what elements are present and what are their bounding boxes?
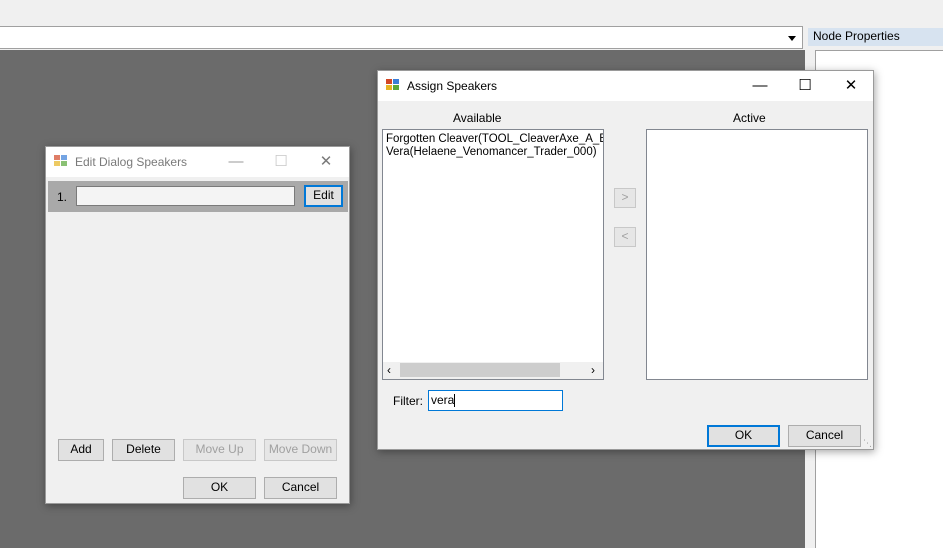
- edit-dialog-title: Edit Dialog Speakers: [75, 155, 188, 169]
- speaker-field[interactable]: [76, 186, 295, 206]
- list-item[interactable]: Vera(Helaene_Venomancer_Trader_000): [383, 146, 603, 159]
- assign-speakers-titlebar[interactable]: Assign Speakers — ☐ ✕: [378, 71, 873, 101]
- close-icon[interactable]: ✕: [304, 147, 348, 177]
- active-header: Active: [733, 111, 766, 125]
- ok-button[interactable]: OK: [707, 425, 780, 447]
- horizontal-scrollbar[interactable]: ‹ ›: [383, 362, 603, 379]
- close-icon[interactable]: ✕: [829, 71, 873, 101]
- scroll-right-icon[interactable]: ›: [591, 362, 595, 378]
- scrollbar-thumb[interactable]: [400, 363, 560, 377]
- edit-dialog-speakers-window: Edit Dialog Speakers — ☐ ✕ 1. Edit Add D…: [45, 146, 350, 504]
- app-icon: [386, 79, 400, 92]
- ok-button[interactable]: OK: [183, 477, 256, 499]
- move-up-button: Move Up: [183, 439, 256, 461]
- delete-button[interactable]: Delete: [112, 439, 175, 461]
- move-down-button: Move Down: [264, 439, 337, 461]
- minimize-icon[interactable]: —: [214, 147, 258, 177]
- filter-input-value: vera: [431, 393, 455, 407]
- minimize-icon[interactable]: —: [738, 71, 782, 101]
- add-button[interactable]: Add: [58, 439, 104, 461]
- edit-dialog-titlebar[interactable]: Edit Dialog Speakers — ☐ ✕: [46, 147, 349, 177]
- filter-label: Filter:: [393, 394, 423, 408]
- list-item[interactable]: Forgotten Cleaver(TOOL_CleaverAxe_A_B_00: [383, 133, 603, 146]
- maximize-icon: ☐: [274, 153, 288, 170]
- scroll-left-icon[interactable]: ‹: [387, 362, 391, 378]
- node-selector-dropdown[interactable]: [0, 26, 803, 49]
- maximize-icon[interactable]: ☐: [783, 71, 827, 101]
- cancel-button[interactable]: Cancel: [264, 477, 337, 499]
- assign-speakers-window: Assign Speakers — ☐ ✕ Available Active F…: [377, 70, 874, 450]
- resize-grip-icon[interactable]: ⋱: [863, 439, 872, 448]
- chevron-down-icon[interactable]: [788, 36, 796, 41]
- speaker-row-number: 1.: [57, 190, 68, 204]
- move-right-button[interactable]: >: [614, 188, 636, 208]
- top-toolbar: [0, 0, 806, 26]
- text-caret: [454, 394, 456, 408]
- available-header: Available: [453, 111, 502, 125]
- assign-speakers-title: Assign Speakers: [407, 79, 498, 93]
- cancel-button[interactable]: Cancel: [788, 425, 861, 447]
- filter-input[interactable]: vera: [428, 390, 563, 411]
- app-icon: [54, 155, 68, 168]
- edit-speaker-button[interactable]: Edit: [304, 185, 343, 207]
- speaker-row: 1. Edit: [48, 181, 348, 212]
- active-listbox[interactable]: [646, 129, 868, 380]
- available-listbox[interactable]: Forgotten Cleaver(TOOL_CleaverAxe_A_B_00…: [382, 129, 604, 380]
- move-left-button[interactable]: <: [614, 227, 636, 247]
- node-properties-title: Node Properties: [808, 28, 943, 46]
